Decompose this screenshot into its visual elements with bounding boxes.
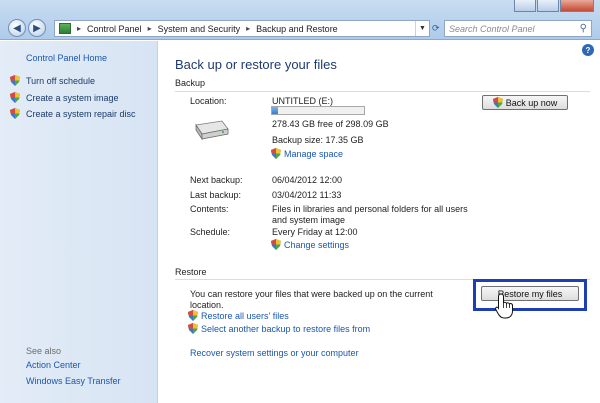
address-bar[interactable]: ▸ Control Panel ▸ System and Security ▸ … xyxy=(54,20,430,37)
windows-easy-transfer-link[interactable]: Windows Easy Transfer xyxy=(26,376,121,386)
task-label: Create a system image xyxy=(26,92,119,103)
free-space-text: 278.43 GB free of 298.09 GB xyxy=(272,119,389,129)
forward-arrow-icon: ▶ xyxy=(33,22,41,34)
uac-shield-icon xyxy=(492,97,503,108)
back-up-now-button[interactable]: Back up now xyxy=(482,95,568,110)
address-dropdown-icon[interactable]: ▼ xyxy=(415,21,429,36)
task-create-system-repair-disc[interactable]: Create a system repair disc xyxy=(10,108,136,119)
breadcrumb-separator-icon[interactable]: ▸ xyxy=(246,24,250,33)
back-arrow-icon: ◀ xyxy=(13,22,21,34)
forward-button[interactable]: ▶ xyxy=(28,19,46,37)
backup-divider xyxy=(175,91,590,92)
schedule-label: Schedule: xyxy=(190,227,231,237)
uac-shield-icon xyxy=(10,75,20,86)
search-input[interactable]: Search Control Panel ⚲ xyxy=(444,20,592,37)
title-bar: ◀ ▶ ▸ Control Panel ▸ System and Securit… xyxy=(0,0,600,40)
breadcrumb-separator-icon[interactable]: ▸ xyxy=(77,24,81,33)
restore-all-users-files-link[interactable]: Restore all users' files xyxy=(188,310,289,321)
breadcrumb-control-panel[interactable]: Control Panel xyxy=(87,24,142,34)
last-backup-label: Last backup: xyxy=(190,190,242,200)
external-drive-icon xyxy=(195,120,229,141)
restore-description-line-1: You can restore your files that were bac… xyxy=(190,289,433,299)
uac-shield-icon xyxy=(188,323,198,334)
task-label: Create a system repair disc xyxy=(26,108,136,119)
breadcrumb-backup-and-restore[interactable]: Backup and Restore xyxy=(256,24,338,34)
backup-section-header: Backup xyxy=(175,78,206,88)
uac-shield-icon xyxy=(188,310,198,321)
main-pane: ? Back up or restore your files Backup L… xyxy=(159,41,600,403)
refresh-icon[interactable]: ⟳ xyxy=(432,20,442,37)
restore-description-line-2: location. xyxy=(190,300,224,310)
change-settings-link[interactable]: Change settings xyxy=(271,239,349,250)
change-settings-label: Change settings xyxy=(284,239,350,250)
next-backup-value: 06/04/2012 12:00 xyxy=(272,175,343,185)
minimize-button[interactable] xyxy=(514,0,536,12)
contents-value-line-2: and system image xyxy=(272,215,346,225)
task-turn-off-schedule[interactable]: Turn off schedule xyxy=(10,75,95,86)
next-backup-label: Next backup: xyxy=(190,175,243,185)
control-panel-home-link[interactable]: Control Panel Home xyxy=(26,53,107,63)
see-also-heading: See also xyxy=(26,346,62,356)
task-create-system-image[interactable]: Create a system image xyxy=(10,92,119,103)
location-label: Location: xyxy=(190,96,227,106)
disk-usage-bar xyxy=(271,106,365,115)
breadcrumb-system-and-security[interactable]: System and Security xyxy=(158,24,241,34)
search-placeholder: Search Control Panel xyxy=(449,23,535,34)
help-icon[interactable]: ? xyxy=(582,44,594,56)
contents-label: Contents: xyxy=(190,204,229,214)
uac-shield-icon xyxy=(271,239,281,250)
manage-space-link[interactable]: Manage space xyxy=(271,148,343,159)
select-another-backup-label: Select another backup to restore files f… xyxy=(201,323,371,334)
search-icon[interactable]: ⚲ xyxy=(580,23,587,34)
location-value: UNTITLED (E:) xyxy=(272,96,334,106)
manage-space-label: Manage space xyxy=(284,148,344,159)
backup-size-text: Backup size: 17.35 GB xyxy=(272,135,364,145)
restore-all-users-files-label: Restore all users' files xyxy=(201,310,289,321)
hand-cursor-icon xyxy=(495,293,513,319)
disk-usage-fill xyxy=(272,107,279,114)
back-button[interactable]: ◀ xyxy=(8,19,26,37)
back-up-now-label: Back up now xyxy=(505,97,558,108)
page-title: Back up or restore your files xyxy=(175,57,337,72)
select-another-backup-link[interactable]: Select another backup to restore files f… xyxy=(188,323,370,334)
schedule-value: Every Friday at 12:00 xyxy=(272,227,358,237)
left-pane: Control Panel Home Turn off schedule Cre… xyxy=(0,41,158,403)
last-backup-value: 03/04/2012 11:33 xyxy=(272,190,342,200)
contents-value-line-1: Files in libraries and personal folders … xyxy=(272,204,468,214)
uac-shield-icon xyxy=(271,148,281,159)
window-controls xyxy=(513,0,594,12)
control-panel-icon xyxy=(59,23,71,34)
close-button[interactable] xyxy=(560,0,594,12)
uac-shield-icon xyxy=(10,92,20,103)
task-label: Turn off schedule xyxy=(26,75,96,86)
restore-section-header: Restore xyxy=(175,267,207,277)
uac-shield-icon xyxy=(10,108,20,119)
breadcrumb-separator-icon[interactable]: ▸ xyxy=(148,24,152,33)
maximize-button[interactable] xyxy=(537,0,559,12)
action-center-link[interactable]: Action Center xyxy=(26,360,81,370)
recover-system-settings-link[interactable]: Recover system settings or your computer xyxy=(190,348,359,358)
